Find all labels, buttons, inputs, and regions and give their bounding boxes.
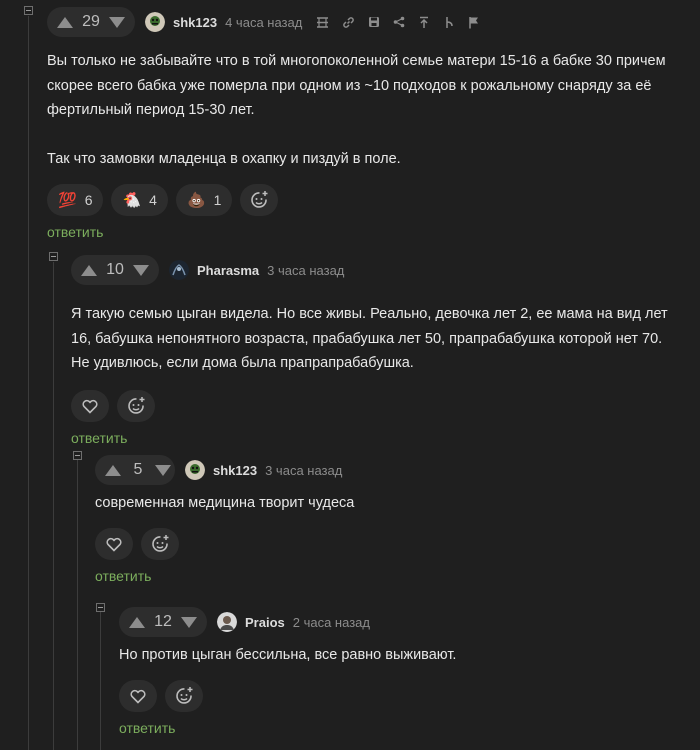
comment-header: 10 Pharasma 3 часа назад (71, 255, 700, 285)
rating-value: 29 (82, 13, 100, 30)
collapse-toggle[interactable] (49, 252, 58, 261)
reaction-chicken[interactable]: 🐔 4 (111, 184, 168, 216)
save-icon[interactable] (368, 16, 380, 28)
rating-value: 12 (154, 613, 172, 630)
heart-icon (130, 689, 146, 704)
comment-body: Я такую семью цыган видела. Но все живы.… (71, 302, 683, 376)
reply-link[interactable]: ответить (47, 224, 103, 240)
heart-icon (106, 537, 122, 552)
author-name[interactable]: Pharasma (197, 263, 259, 278)
thread-line (28, 16, 29, 750)
comment-paragraph: современная медицина творит чудеса (95, 495, 355, 511)
collapse-toggle[interactable] (96, 603, 105, 612)
reactions-bar (95, 527, 700, 560)
comment-paragraph: Вы только не забывайте что в той многопо… (47, 53, 666, 118)
link-icon[interactable] (342, 16, 355, 29)
reaction-poop[interactable]: 💩 1 (175, 184, 233, 216)
downvote-icon[interactable] (109, 16, 125, 28)
heart-icon (82, 399, 98, 414)
like-button[interactable] (95, 527, 133, 560)
downvote-icon[interactable] (133, 264, 149, 276)
upvote-icon[interactable] (105, 464, 121, 476)
comment: 12 Praios 2 часа назад Но против цыган б… (119, 607, 700, 738)
comment: 10 Pharasma 3 часа назад Я такую семью ц… (71, 255, 700, 448)
add-reaction-button[interactable] (117, 389, 155, 422)
comment-header: 12 Praios 2 часа назад (119, 607, 700, 637)
comment-paragraph: Так что замовки младенца в охапку и пизд… (47, 150, 401, 167)
upvote-icon[interactable] (57, 16, 73, 28)
comment-header: 29 shk123 4 часа назад (47, 7, 700, 37)
branch-icon[interactable] (443, 16, 455, 29)
comment-body: современная медицина творит чудеса (95, 491, 700, 516)
reaction-count: 4 (149, 192, 157, 208)
upvote-icon[interactable] (81, 264, 97, 276)
like-button[interactable] (71, 389, 109, 422)
thread-line (77, 460, 78, 750)
reply-link[interactable]: ответить (95, 568, 151, 584)
chicken-emoji: 🐔 (122, 190, 142, 209)
add-reaction-icon (152, 534, 169, 552)
comment-time: 4 часа назад (225, 14, 303, 30)
comment-paragraph: Но против цыган бессильна, все равно выж… (119, 647, 457, 663)
add-reaction-button[interactable] (240, 184, 279, 216)
author-name[interactable]: shk123 (173, 15, 217, 30)
subscribe-icon[interactable] (316, 16, 329, 29)
rating-control: 5 (95, 455, 175, 485)
reactions-bar (119, 679, 700, 712)
downvote-icon[interactable] (155, 464, 171, 476)
reactions-bar: 💯 6 🐔 4 💩 1 (47, 184, 700, 216)
add-reaction-icon (176, 686, 193, 704)
rating-control: 10 (71, 255, 159, 285)
avatar[interactable] (217, 612, 237, 632)
avatar[interactable] (145, 12, 165, 32)
upvote-icon[interactable] (129, 616, 145, 628)
collapse-toggle[interactable] (24, 6, 33, 15)
rating-value: 5 (133, 461, 143, 478)
comment-time: 3 часа назад (267, 262, 345, 278)
reply-link[interactable]: ответить (119, 720, 175, 736)
thread-line (100, 612, 101, 750)
comment-toolbar (316, 16, 480, 29)
report-icon[interactable] (468, 16, 480, 29)
go-to-parent-icon[interactable] (418, 16, 430, 29)
avatar[interactable] (185, 460, 205, 480)
avatar[interactable] (169, 260, 189, 280)
rating-value: 10 (106, 261, 124, 278)
comment-header: 5 shk123 3 часа назад (95, 455, 700, 485)
hundred-points-emoji: 💯 (58, 190, 77, 209)
poop-emoji: 💩 (186, 190, 206, 209)
author-name[interactable]: shk123 (213, 463, 257, 478)
comment: 5 shk123 3 часа назад современная медици… (95, 455, 700, 586)
reply-link[interactable]: ответить (71, 430, 127, 446)
rating-control: 12 (119, 607, 207, 637)
add-reaction-icon (251, 191, 268, 208)
reaction-count: 6 (84, 192, 93, 208)
comment-time: 3 часа назад (265, 462, 343, 478)
reaction-100[interactable]: 💯 6 (47, 184, 104, 216)
downvote-icon[interactable] (181, 616, 197, 628)
add-reaction-button[interactable] (165, 679, 203, 712)
rating-control: 29 (47, 7, 135, 37)
collapse-toggle[interactable] (73, 451, 82, 460)
like-button[interactable] (119, 679, 157, 712)
comment-body: Но против цыган бессильна, все равно выж… (119, 643, 700, 668)
share-icon[interactable] (393, 16, 405, 28)
author-name[interactable]: Praios (245, 615, 285, 630)
comment-body: Вы только не забывайте что в той многопо… (47, 49, 687, 171)
reactions-bar (71, 389, 700, 422)
comment: 29 shk123 4 часа назад Вы только не забы… (47, 7, 700, 242)
add-reaction-icon (128, 396, 145, 414)
thread-line (53, 262, 54, 750)
reaction-count: 1 (213, 192, 222, 208)
comment-time: 2 часа назад (292, 614, 370, 630)
add-reaction-button[interactable] (141, 527, 179, 560)
comment-paragraph: Я такую семью цыган видела. Но все живы.… (71, 306, 668, 371)
